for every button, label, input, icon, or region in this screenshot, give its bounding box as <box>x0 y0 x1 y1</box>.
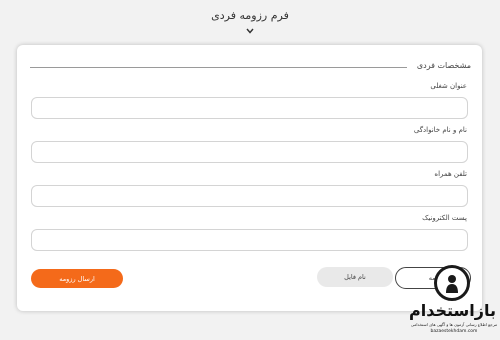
submit-resume-button[interactable]: ارسال رزومه <box>31 269 123 288</box>
logo-name: بازاستخدام <box>409 301 496 320</box>
logo-tagline: مرجع اطلاع رسانی آزمون ها و آگهی های است… <box>410 322 498 327</box>
email-label: پست الکترونیک <box>422 214 467 222</box>
job-title-label: عنوان شغلی <box>430 82 467 90</box>
section-divider <box>30 67 407 68</box>
resume-form-page: فرم رزومه فردی مشخصات فردی عنوان شغلی نا… <box>0 0 500 340</box>
chevron-down-icon[interactable] <box>245 27 255 35</box>
full-name-input[interactable] <box>31 141 468 163</box>
logo-site: bazaestekhdam.com <box>430 329 478 334</box>
form-title: فرم رزومه فردی <box>211 9 289 22</box>
section-title: مشخصات فردی <box>416 61 471 70</box>
person-search-icon <box>446 275 458 293</box>
full-name-label: نام و نام خانوادگی <box>413 126 467 134</box>
form-header[interactable]: فرم رزومه فردی <box>0 0 500 44</box>
mobile-label: تلفن همراه <box>434 170 467 178</box>
mobile-input[interactable] <box>31 185 468 207</box>
email-input[interactable] <box>31 229 468 251</box>
file-name-button[interactable]: نام فایل <box>317 267 393 287</box>
job-title-input[interactable] <box>31 97 468 119</box>
watermark-logo: بازاستخدام مرجع اطلاع رسانی آزمون ها و آ… <box>408 262 500 340</box>
section-header: مشخصات فردی <box>30 61 471 73</box>
logo-badge <box>434 265 470 301</box>
